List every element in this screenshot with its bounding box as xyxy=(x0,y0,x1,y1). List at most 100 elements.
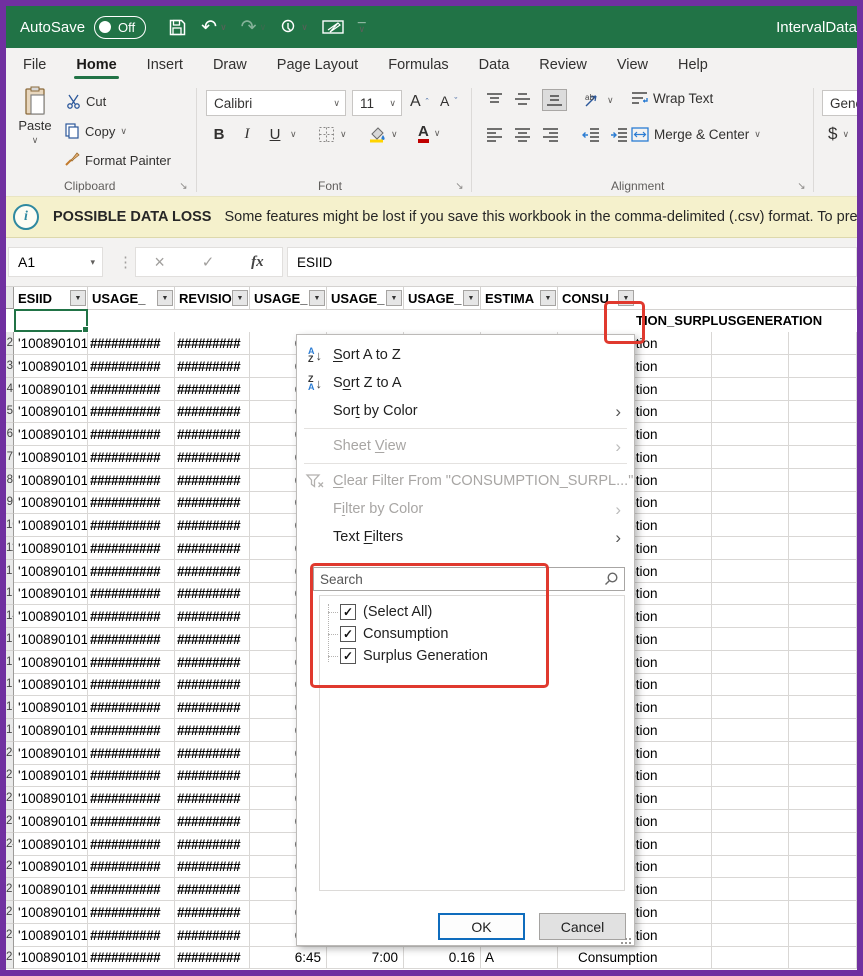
cell-esiid[interactable]: '100890101 xyxy=(14,491,88,514)
middle-align-button[interactable] xyxy=(514,92,531,106)
cell-empty[interactable] xyxy=(789,491,857,514)
cell-esiid[interactable]: '100890101 xyxy=(14,787,88,810)
tab-help[interactable]: Help xyxy=(663,48,723,82)
cell-revision[interactable]: ######### xyxy=(175,651,250,674)
cell-usage[interactable]: ########## xyxy=(88,719,175,742)
checkbox-icon[interactable]: ✓ xyxy=(340,648,356,664)
cell-empty[interactable] xyxy=(789,673,857,696)
cell-empty[interactable] xyxy=(789,582,857,605)
customize-quick-access-icon[interactable]: ―∨ xyxy=(358,21,366,34)
cell-empty[interactable] xyxy=(789,810,857,833)
cell-esiid[interactable]: '100890101 xyxy=(14,605,88,628)
align-right-button[interactable] xyxy=(542,128,559,142)
cell-revision[interactable]: ######### xyxy=(175,924,250,947)
format-painter-button[interactable]: Format Painter xyxy=(64,152,171,168)
cell-usage-value[interactable]: 0.16 xyxy=(404,946,481,969)
cell-revision[interactable]: ######### xyxy=(175,810,250,833)
filter-option-surplus-generation[interactable]: ✓Surplus Generation xyxy=(320,645,624,667)
cell-usage[interactable]: ########## xyxy=(88,855,175,878)
cell-empty[interactable] xyxy=(712,810,789,833)
cell-esiid[interactable]: '100890101 xyxy=(14,901,88,924)
cell-empty[interactable] xyxy=(789,355,857,378)
increase-font-size-button[interactable]: Aˆ xyxy=(410,93,429,111)
cell-esiid[interactable]: '100890101 xyxy=(14,446,88,469)
tab-insert[interactable]: Insert xyxy=(132,48,198,82)
cell-usage[interactable]: ########## xyxy=(88,833,175,856)
filter-button-e[interactable]: ▼ xyxy=(386,290,402,306)
field-header-revisio[interactable]: REVISIO▼ xyxy=(175,287,250,310)
cell-usage[interactable]: ########## xyxy=(88,605,175,628)
filter-button-h[interactable]: ▼ xyxy=(618,290,634,306)
cell-empty[interactable] xyxy=(789,651,857,674)
cell-usage[interactable]: ########## xyxy=(88,673,175,696)
row-header-24[interactable]: 24 xyxy=(6,833,14,856)
cell-empty[interactable] xyxy=(789,924,857,947)
inking-icon[interactable] xyxy=(322,19,344,35)
cell-esiid[interactable]: '100890101 xyxy=(14,924,88,947)
menu-item-sort-a-to-z[interactable]: AZ↓Sort A to Z xyxy=(297,341,634,369)
row-header-28[interactable]: 28 xyxy=(6,924,14,947)
select-all-corner[interactable] xyxy=(6,287,14,309)
cell-esiid[interactable]: '100890101 xyxy=(14,582,88,605)
menu-item-sort-by-color[interactable]: Sort by Color› xyxy=(297,397,634,425)
cell-esiid[interactable]: '100890101 xyxy=(14,742,88,765)
row-header-13[interactable]: 13 xyxy=(6,582,14,605)
row-header-20[interactable]: 20 xyxy=(6,742,14,765)
row-header-19[interactable]: 19 xyxy=(6,719,14,742)
cell-usage[interactable]: ########## xyxy=(88,628,175,651)
cell-empty[interactable] xyxy=(789,787,857,810)
cell-empty[interactable] xyxy=(712,469,789,492)
cell-usage[interactable]: ########## xyxy=(88,696,175,719)
cell-usage[interactable]: ########## xyxy=(88,423,175,446)
cell-empty[interactable] xyxy=(789,400,857,423)
number-format-combo[interactable]: General xyxy=(822,90,863,116)
cell-esiid[interactable]: '100890101 xyxy=(14,378,88,401)
tab-draw[interactable]: Draw xyxy=(198,48,262,82)
row-header-22[interactable]: 22 xyxy=(6,787,14,810)
cell-empty[interactable] xyxy=(712,491,789,514)
cell-usage[interactable]: ########## xyxy=(88,787,175,810)
cell-revision[interactable]: ######### xyxy=(175,878,250,901)
filter-button-d[interactable]: ▼ xyxy=(309,290,325,306)
cell-empty[interactable] xyxy=(712,901,789,924)
row-header-8[interactable]: 8 xyxy=(6,469,14,492)
field-header-usage-[interactable]: USAGE_▼ xyxy=(404,287,481,310)
cell-revision[interactable]: ######### xyxy=(175,673,250,696)
cell-revision[interactable]: ######### xyxy=(175,628,250,651)
borders-button[interactable]: ∨ xyxy=(318,126,347,143)
cell-revision[interactable]: ######### xyxy=(175,491,250,514)
filter-button-a[interactable]: ▼ xyxy=(70,290,86,306)
cell-usage[interactable]: ########## xyxy=(88,446,175,469)
cell-usage[interactable]: ########## xyxy=(88,560,175,583)
cell-time-start[interactable]: 6:45 xyxy=(250,946,327,969)
checkbox-icon[interactable]: ✓ xyxy=(340,604,356,620)
cell-esiid[interactable]: '100890101 xyxy=(14,855,88,878)
cell-empty[interactable] xyxy=(789,946,857,969)
cell-empty[interactable] xyxy=(789,469,857,492)
cell-usage[interactable]: ########## xyxy=(88,378,175,401)
row-header-27[interactable]: 27 xyxy=(6,901,14,924)
cell-empty[interactable] xyxy=(789,878,857,901)
cell-empty[interactable] xyxy=(789,833,857,856)
cell-usage[interactable]: ########## xyxy=(88,514,175,537)
cell-empty[interactable] xyxy=(789,446,857,469)
cell-usage[interactable]: ########## xyxy=(88,491,175,514)
filter-search-box[interactable] xyxy=(313,567,625,591)
cell-revision[interactable]: ######### xyxy=(175,696,250,719)
cell-empty[interactable] xyxy=(789,628,857,651)
field-header-usage-[interactable]: USAGE_▼ xyxy=(250,287,327,310)
cell-empty[interactable] xyxy=(712,742,789,765)
row-header-26[interactable]: 26 xyxy=(6,878,14,901)
filter-button-b[interactable]: ▼ xyxy=(157,290,173,306)
paste-button[interactable]: Paste ∨ xyxy=(12,86,58,174)
row-header-21[interactable]: 21 xyxy=(6,764,14,787)
cell-revision[interactable]: ######### xyxy=(175,446,250,469)
filter-search-input[interactable] xyxy=(314,571,603,588)
cell-revision[interactable]: ######### xyxy=(175,560,250,583)
row-header-6[interactable]: 6 xyxy=(6,423,14,446)
cell-empty[interactable] xyxy=(712,878,789,901)
cell-empty[interactable] xyxy=(789,514,857,537)
cell-empty[interactable] xyxy=(789,423,857,446)
tab-view[interactable]: View xyxy=(602,48,663,82)
cell-empty[interactable] xyxy=(712,855,789,878)
